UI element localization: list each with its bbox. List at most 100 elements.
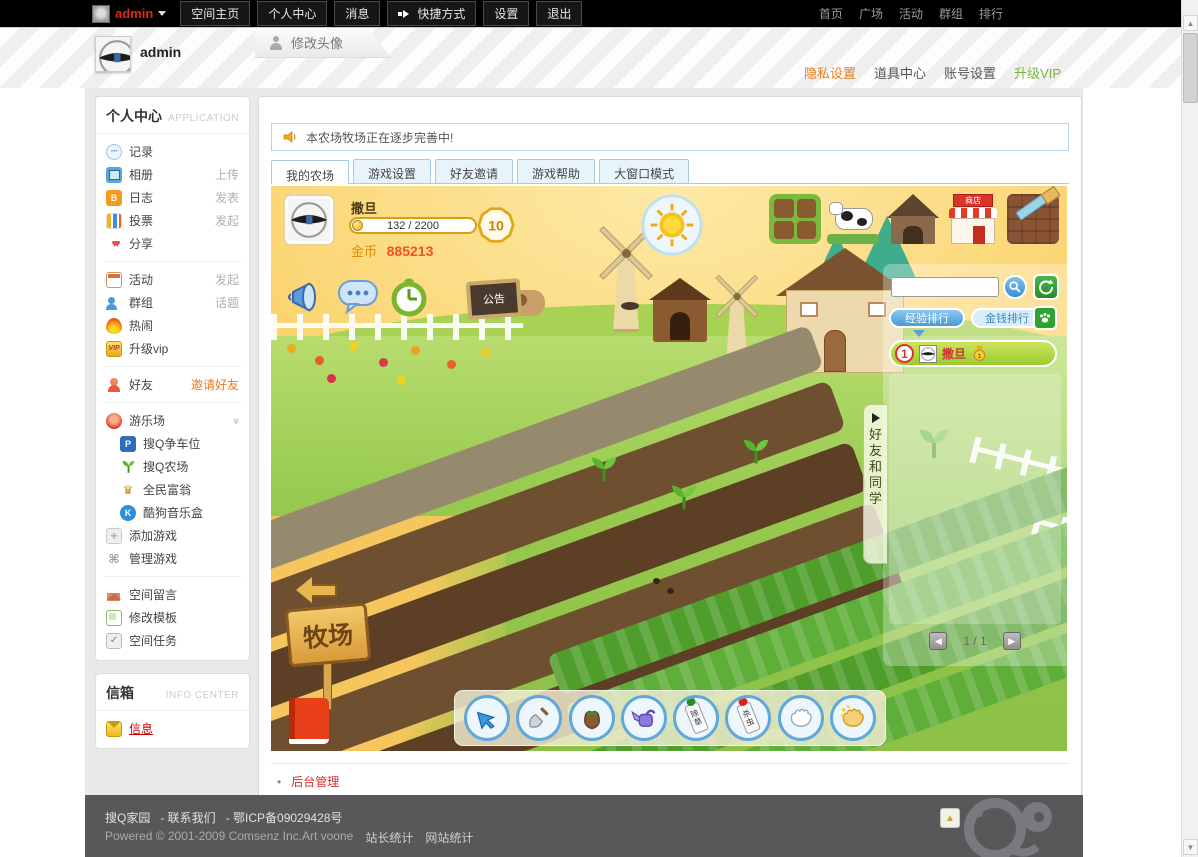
link-item-center[interactable]: 道具中心 [874, 63, 926, 82]
clock-icon[interactable] [389, 278, 429, 323]
link-upgrade-vip[interactable]: 升级VIP [1014, 63, 1061, 82]
sidebar-item-tycoon-game[interactable]: 全民富翁 [96, 478, 249, 501]
sidebar-item-vip[interactable]: VIP 升级vip [96, 337, 249, 360]
tab-my-farm[interactable]: 我的农场 [271, 160, 350, 184]
link-ranking[interactable]: 排行 [979, 5, 1003, 22]
sidebar-item-add-game[interactable]: + 添加游戏 [96, 524, 249, 547]
sidebar-item-buzz[interactable]: 热闹 [96, 314, 249, 337]
prev-page-button[interactable]: ◀ [929, 632, 948, 650]
seed[interactable] [667, 588, 674, 594]
shop-icon[interactable]: 商店 [947, 194, 999, 244]
user-avatar[interactable] [95, 36, 131, 72]
tool-pesticide[interactable]: 杀虫 [725, 695, 772, 741]
sidebar-item-messages[interactable]: 信息 [96, 717, 249, 740]
player-avatar[interactable] [283, 194, 335, 246]
announcement-board[interactable]: 公告 [465, 278, 523, 320]
seedling[interactable] [589, 454, 619, 484]
invite-friends-link[interactable]: 邀请好友 [191, 376, 239, 393]
footer-stat2-link[interactable]: 网站统计 [425, 829, 473, 846]
panel-title: 个人中心 [106, 108, 162, 124]
sidebar-item-space-tasks[interactable]: 空间任务 [96, 629, 249, 652]
upload-link[interactable]: 上传 [215, 166, 239, 183]
link-account-settings[interactable]: 账号设置 [944, 63, 996, 82]
nav-messages[interactable]: 消息 [334, 1, 381, 26]
link-events[interactable]: 活动 [899, 5, 923, 22]
horn-icon[interactable] [285, 276, 327, 323]
nav-logout[interactable]: 退出 [536, 1, 583, 26]
page-scrollbar[interactable]: ▲ ▼ [1181, 0, 1198, 857]
tab-game-settings[interactable]: 游戏设置 [353, 159, 432, 183]
tool-select-cursor[interactable] [464, 695, 511, 741]
topic-link[interactable]: 话题 [215, 294, 239, 311]
tab-invite-friends[interactable]: 好友邀请 [435, 159, 514, 183]
edit-avatar-tab[interactable]: 修改头像 [255, 28, 391, 58]
refresh-button[interactable] [1033, 274, 1059, 300]
seedling[interactable] [741, 436, 771, 466]
scroll-up-button[interactable]: ▲ [1183, 15, 1198, 31]
publish-link[interactable]: 发表 [215, 189, 239, 206]
sidebar-item-manage-games[interactable]: 管理游戏 [96, 547, 249, 570]
seedling[interactable] [669, 482, 699, 512]
sidebar-item-share[interactable]: ♥♥ 分享 [96, 232, 249, 255]
topbar-user-menu[interactable]: admin [92, 4, 167, 23]
sidebar-item-friends[interactable]: 好友 邀请好友 [96, 373, 249, 396]
footer-site-link[interactable]: 搜Q家园 [105, 809, 150, 826]
medal-icon: 1 [973, 345, 986, 361]
barn-icon[interactable] [887, 194, 939, 244]
sidebar-item-poll[interactable]: 投票 发起 [96, 209, 249, 232]
tab-large-window-mode[interactable]: 大窗口模式 [599, 159, 690, 183]
chat-bubble-icon[interactable] [337, 278, 379, 321]
link-privacy-settings[interactable]: 隐私设置 [804, 63, 856, 82]
sidebar-item-records[interactable]: ··· 记录 [96, 140, 249, 163]
nav-personal-center[interactable]: 个人中心 [257, 1, 328, 26]
backend-admin-link[interactable]: 后台管理 [291, 775, 339, 789]
tab-game-help[interactable]: 游戏帮助 [517, 159, 596, 183]
tool-shovel[interactable] [516, 695, 563, 741]
tool-harvest-hand[interactable] [829, 695, 876, 741]
tab-experience-rank[interactable]: 经验排行 [889, 308, 965, 328]
tool-seed-bag[interactable] [568, 695, 615, 741]
link-groups[interactable]: 群组 [939, 5, 963, 22]
sidebar-item-playground[interactable]: 游乐场 » [96, 409, 249, 432]
ranch-cow-icon[interactable] [827, 194, 879, 244]
farm-game-canvas[interactable]: 撒旦 132 / 2200 10 金币 885213 商店 公告 牧场 经验排行… [271, 186, 1067, 751]
page-header: admin 修改头像 隐私设置 道具中心 账号设置 升级VIP [0, 28, 1181, 88]
hand-button[interactable] [1033, 306, 1057, 330]
sidebar-item-space-messages[interactable]: 空间留言 [96, 583, 249, 606]
scroll-down-button[interactable]: ▼ [1183, 839, 1198, 855]
tool-weed-killer[interactable]: 除草 [673, 695, 720, 741]
footer-contact-link[interactable]: - 联系我们 [160, 809, 215, 826]
red-book-icon[interactable] [289, 698, 329, 744]
sidebar-item-kugou-music[interactable]: K 酷狗音乐盒 [96, 501, 249, 524]
nav-settings[interactable]: 设置 [483, 1, 530, 26]
link-home[interactable]: 首页 [819, 5, 843, 22]
vip-badge-icon: VIP [106, 340, 122, 357]
pasture-sign-label[interactable]: 牧场 [284, 602, 372, 668]
decorate-icon[interactable] [1007, 193, 1059, 244]
rank-row-1[interactable]: 1 撒旦 1 [889, 340, 1057, 367]
sun-weather-icon[interactable] [641, 194, 703, 261]
seed[interactable] [653, 578, 660, 584]
scrollbar-thumb[interactable] [1183, 33, 1198, 103]
plot-expand-icon[interactable] [769, 194, 821, 244]
search-input[interactable] [891, 277, 999, 297]
nav-shortcuts[interactable]: 快捷方式 [387, 1, 477, 26]
chevron-expand-icon[interactable]: » [230, 417, 242, 423]
sidebar-item-events[interactable]: 活动 发起 [96, 268, 249, 291]
footer-stat1-link[interactable]: 站长统计 [365, 829, 413, 846]
sidebar-item-parking-game[interactable]: P 搜Q争车位 [96, 432, 249, 455]
tool-white-glove[interactable] [777, 695, 824, 741]
nav-space-home[interactable]: 空间主页 [180, 1, 251, 26]
tool-watering-can[interactable] [620, 695, 667, 741]
link-plaza[interactable]: 广场 [859, 5, 883, 22]
search-button[interactable] [1003, 275, 1027, 299]
sidebar-item-groups[interactable]: 群组 话题 [96, 291, 249, 314]
next-page-button[interactable]: ▶ [1002, 632, 1021, 650]
friends-classmates-tab[interactable]: 好友和同学 [863, 404, 887, 564]
sidebar-item-blog[interactable]: B 日志 发表 [96, 186, 249, 209]
initiate-link[interactable]: 发起 [215, 271, 239, 288]
sidebar-item-edit-template[interactable]: 修改模板 [96, 606, 249, 629]
initiate-link[interactable]: 发起 [215, 212, 239, 229]
sidebar-item-farm-game[interactable]: 搜Q农场 [96, 455, 249, 478]
sidebar-item-album[interactable]: 相册 上传 [96, 163, 249, 186]
